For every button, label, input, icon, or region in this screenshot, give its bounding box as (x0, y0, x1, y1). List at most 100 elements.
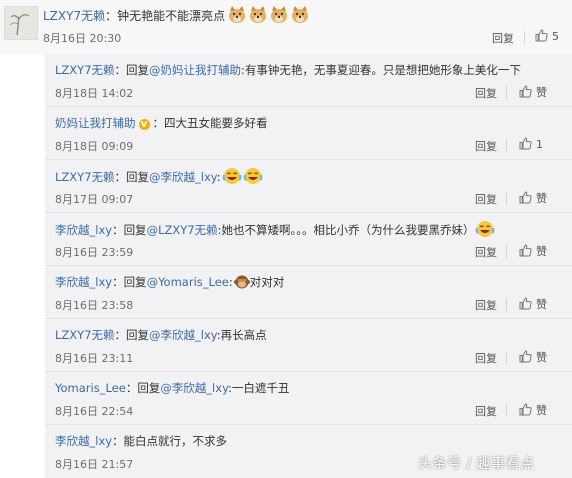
comment-text: ：钟无艳能不能漂亮点 (105, 9, 226, 23)
doge-emoji-icon (229, 6, 246, 23)
like-label: 赞 (536, 245, 547, 258)
reply-body: 奶妈让我打辅助 V ：四大丑女能要多好看 (55, 114, 268, 132)
reply-text: :再长高点 (216, 328, 267, 342)
comment-timestamp: 8月16日 20:30 (43, 32, 122, 45)
reply-body: LZXY7无赖：回复@奶妈让我打辅助:有事钟无艳，无事夏迎春。只是想把她形象上美… (55, 63, 521, 77)
reply-timestamp: 8月16日 23:58 (55, 299, 134, 312)
mention-link[interactable]: @李欣越_lxy (149, 170, 217, 184)
mention-link[interactable]: @奶妈让我打辅助 (149, 63, 241, 77)
laughing-tears-emoji-icon (243, 168, 262, 184)
reply-word: 回复 (137, 381, 161, 395)
thumbs-up-icon (519, 297, 532, 310)
like-button[interactable]: 1 (519, 137, 543, 151)
reply-text: : (216, 170, 221, 184)
reply-author[interactable]: LZXY7无赖 (55, 63, 115, 77)
reply-timestamp: 8月16日 21:57 (55, 458, 134, 471)
reply-button[interactable]: 回复 (475, 244, 497, 260)
reply-body: 李欣越_lxy：能白点就行，不求多 (55, 432, 227, 450)
reply-text: :一白遮千丑 (228, 381, 290, 395)
thumbs-up-icon (519, 244, 532, 257)
divider (506, 298, 507, 311)
mention-link[interactable]: @LZXY7无赖 (147, 223, 218, 237)
reply-body: 李欣越_lxy：回复@LZXY7无赖:她也不算矮啊。。。相比小乔（为什么我要黑乔… (55, 220, 495, 239)
reply-text: ：能白点就行，不求多 (112, 434, 228, 448)
list-item: 奶妈让我打辅助 V ：四大丑女能要多好看 8月18日 09:09 回复 1 (45, 107, 572, 160)
reply-button[interactable]: 回复 (475, 403, 497, 419)
reply-text: :她也不算矮啊。。。相比小乔（为什么我要黑乔妹） (217, 223, 475, 237)
reply-author[interactable]: Yomaris_Lee (55, 381, 126, 395)
doge-emoji-icon (271, 6, 288, 23)
thumbs-up-icon (519, 403, 532, 416)
reply-text: 对对对 (249, 275, 285, 289)
divider (506, 351, 507, 364)
reply-body: LZXY7无赖：回复@李欣越_lxy:再长高点 (55, 328, 267, 342)
like-button[interactable]: 赞 (519, 402, 547, 418)
doge-emoji-group (227, 6, 311, 30)
reply-word: 回复 (123, 223, 147, 237)
mention-link[interactable]: @李欣越_lxy (149, 328, 217, 342)
thumbs-up-icon (535, 29, 548, 42)
top-comment: LZXY7无赖：钟无艳能不能漂亮点 8月16日 20:30 回复 5 (0, 0, 572, 54)
reply-text: ：四大丑女能要多好看 (152, 116, 268, 130)
reply-author[interactable]: LZXY7无赖 (55, 170, 115, 184)
like-button[interactable]: 赞 (519, 84, 547, 100)
reply-word: 回复 (126, 63, 150, 77)
reply-timestamp: 8月18日 14:02 (55, 87, 134, 100)
thumbs-up-icon (519, 137, 532, 150)
like-button[interactable]: 5 (535, 29, 559, 43)
reply-word: 回复 (126, 328, 150, 342)
divider (506, 86, 507, 99)
divider (506, 139, 507, 152)
divider (506, 245, 507, 258)
like-button[interactable]: 赞 (519, 243, 547, 259)
like-label: 赞 (536, 298, 547, 311)
reply-list: LZXY7无赖：回复@奶妈让我打辅助:有事钟无艳，无事夏迎春。只是想把她形象上美… (45, 54, 572, 478)
reply-button[interactable]: 回复 (492, 30, 514, 46)
top-comment-body: LZXY7无赖：钟无艳能不能漂亮点 (43, 6, 311, 30)
like-count: 5 (552, 30, 559, 43)
reply-author[interactable]: 李欣越_lxy (55, 275, 112, 289)
reply-timestamp: 8月16日 23:11 (55, 352, 134, 365)
like-label: 赞 (536, 351, 547, 364)
like-button[interactable]: 赞 (519, 190, 547, 206)
reply-button[interactable]: 回复 (475, 350, 497, 366)
list-item: 李欣越_lxy：回复@LZXY7无赖:她也不算矮啊。。。相比小乔（为什么我要黑乔… (45, 213, 572, 266)
reply-button[interactable]: 回复 (475, 85, 497, 101)
comment-author[interactable]: LZXY7无赖 (43, 9, 105, 23)
reply-button[interactable]: 回复 (475, 191, 497, 207)
thumbs-up-icon (519, 85, 532, 98)
like-button[interactable]: 赞 (519, 349, 547, 365)
reply-author[interactable]: LZXY7无赖 (55, 328, 115, 342)
like-label: 赞 (536, 86, 547, 99)
reply-text: :有事钟无艳，无事夏迎春。只是想把她形象上美化一下 (241, 63, 521, 77)
reply-timestamp: 8月18日 09:09 (55, 140, 134, 153)
reply-timestamp: 8月17日 09:07 (55, 193, 134, 206)
reply-button[interactable]: 回复 (475, 297, 497, 313)
avatar[interactable] (4, 6, 38, 40)
divider (506, 404, 507, 417)
reply-author[interactable]: 李欣越_lxy (55, 223, 112, 237)
reply-body: LZXY7无赖：回复@李欣越_lxy: (55, 167, 263, 186)
reply-author[interactable]: 李欣越_lxy (55, 434, 112, 448)
list-item: LZXY7无赖：回复@李欣越_lxy:再长高点 8月16日 23:11 回复 赞 (45, 319, 572, 372)
mention-link[interactable]: @Yomaris_Lee (147, 275, 229, 289)
like-count: 1 (536, 138, 543, 151)
like-button[interactable]: 赞 (519, 296, 547, 312)
mention-link[interactable]: @李欣越_lxy (160, 381, 228, 395)
reply-word: 回复 (123, 275, 147, 289)
list-item: Yomaris_Lee：回复@李欣越_lxy:一白遮千丑 8月16日 22:54… (45, 372, 572, 425)
divider (506, 192, 507, 205)
reply-timestamp: 8月16日 22:54 (55, 405, 134, 418)
divider (524, 31, 525, 44)
thumbs-up-icon (519, 350, 532, 363)
reply-body: Yomaris_Lee：回复@李欣越_lxy:一白遮千丑 (55, 381, 290, 395)
reply-button[interactable]: 回复 (475, 138, 497, 154)
doge-emoji-icon (292, 6, 309, 23)
like-label: 赞 (536, 404, 547, 417)
list-item: LZXY7无赖：回复@奶妈让我打辅助:有事钟无艳，无事夏迎春。只是想把她形象上美… (45, 54, 572, 107)
doge-emoji-icon (250, 6, 267, 23)
reply-body: 李欣越_lxy：回复@Yomaris_Lee: 对对对 (55, 275, 285, 289)
reply-author[interactable]: 奶妈让我打辅助 (55, 116, 136, 130)
laughing-tears-emoji-icon (222, 168, 241, 184)
watermark: 头条号 / 趣事看点 (418, 456, 535, 472)
